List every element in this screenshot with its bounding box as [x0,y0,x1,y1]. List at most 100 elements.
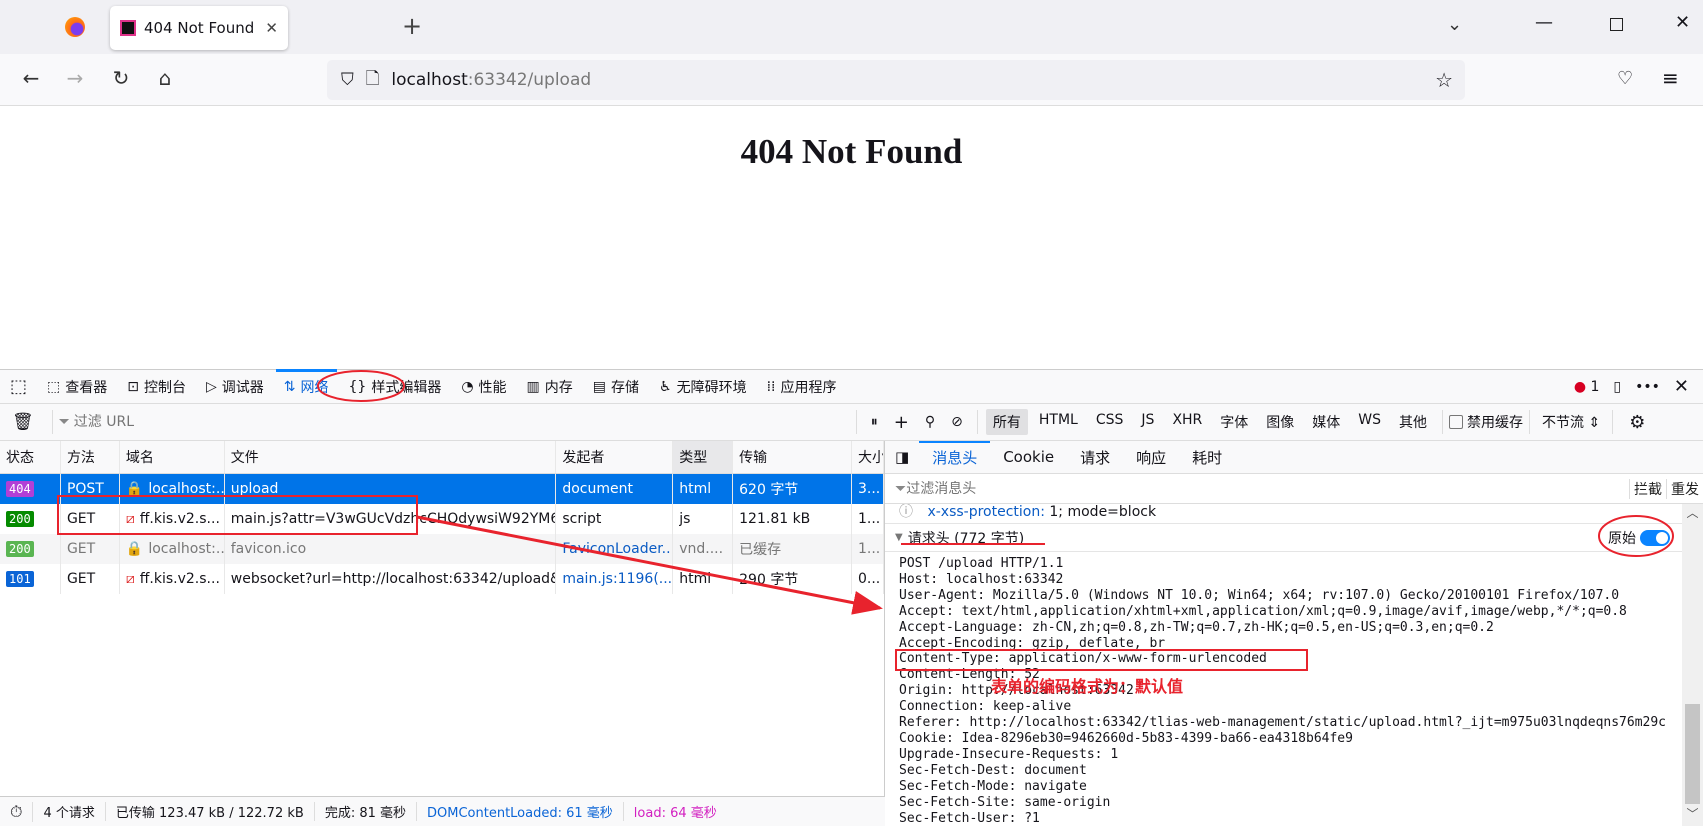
shield-icon[interactable]: ⛉ [341,70,354,90]
filter-url-input[interactable] [69,414,850,430]
type-filter-button[interactable]: 媒体 [1305,409,1347,435]
list-tabs-icon[interactable]: ⌄ [1447,14,1462,35]
collapse-triangle-icon: ▼ [895,532,903,543]
raw-header-line: Accept: text/html,application/xhtml+xml,… [899,603,1627,619]
tab-bar: 404 Not Found ✕ + ⌄ — ✕ [0,0,1703,54]
devtools-tab[interactable]: ♿ 无障碍环境 [649,370,757,403]
settings-gear-icon[interactable]: ⚙ [1619,412,1655,433]
column-header[interactable]: 类型 [673,441,734,473]
table-row[interactable]: 200 GET 🔒 localhost:... favicon.ico FaviconLo… [0,534,884,564]
reload-button[interactable]: ↻ [106,66,136,90]
column-header[interactable]: 方法 [61,441,120,473]
type-filter-button[interactable]: 所有 [985,409,1028,435]
url-bar[interactable]: ⛉ 🗋 localhost:63342/upload ☆ [327,60,1465,100]
column-header[interactable]: 发起者 [556,441,674,473]
toggle-sidebar-icon[interactable]: ◨ [885,448,919,466]
prev-header-row: ⓘ x-xss-protection: 1; mode=block [885,504,1703,524]
lock-icon: 🔒 [125,481,144,497]
type-filter-button[interactable]: HTML [1032,409,1085,435]
request-headers-section[interactable]: ▼ 请求头 (772 字节) 原始 [885,524,1682,552]
details-scrollbar[interactable]: ︿ ﹀ [1682,504,1703,826]
devtools-tab[interactable]: ▷ 调试器 [196,370,274,403]
column-header[interactable]: 大小 [852,441,884,473]
devtools-tab[interactable]: ▥ 内存 [517,370,583,403]
details-tab[interactable]: 请求 [1067,441,1123,473]
devtools-tab[interactable]: ◔ 性能 [451,370,516,403]
add-icon[interactable]: + [886,412,917,433]
block-button[interactable]: 拦截 [1629,478,1666,499]
pause-icon[interactable]: ⏸ [863,414,886,430]
devtools-tab[interactable]: ⁞⁞ 应用程序 [757,370,847,403]
error-count[interactable]: ● 1 [1574,379,1600,395]
help-icon[interactable]: ⓘ [899,504,913,520]
table-row[interactable]: 101 GET ⧄ ff.kis.v2.s... websocket?url=http:… [0,564,884,594]
filter-headers-input[interactable] [906,480,1629,497]
table-row[interactable]: 404 POST 🔒 localhost:... upload document html 6… [0,474,884,504]
resend-button[interactable]: 重发 [1666,478,1703,499]
devtools-tab[interactable]: ▤ 存储 [583,370,649,403]
type-filter-button[interactable]: XHR [1165,409,1209,435]
details-tab[interactable]: 消息头 [919,441,991,473]
devtools-tab[interactable]: ⬚ 查看器 [37,370,117,403]
type-filter-button[interactable]: CSS [1089,409,1131,435]
dom-content-loaded-time: DOMContentLoaded: 61 毫秒 [417,802,624,821]
disable-cache-checkbox[interactable]: 禁用缓存 [1449,412,1523,432]
block-icon[interactable]: ⊘ [943,414,971,430]
bookmark-star-icon[interactable]: ☆ [1435,68,1453,92]
search-icon[interactable]: ⚲ [917,414,943,430]
maximize-button[interactable] [1610,18,1623,31]
home-button[interactable]: ⌂ [150,66,180,90]
column-header[interactable]: 文件 [225,441,557,473]
accessibility-icon: ♿ [659,378,672,395]
type-filter-button[interactable]: WS [1351,409,1388,435]
column-header[interactable]: 状态 [0,441,61,473]
tab-title: 404 Not Found [144,19,255,37]
new-tab-button[interactable]: + [402,12,422,40]
forward-button[interactable]: → [60,66,90,90]
raw-header-line: User-Agent: Mozilla/5.0 (Windows NT 10.0… [899,587,1620,603]
raw-header-line: Accept-Encoding: gzip, deflate, br [899,635,1166,651]
status-badge: 404 [6,481,34,497]
pocket-icon[interactable]: ♡ [1617,68,1633,89]
menu-icon[interactable]: ≡ [1662,66,1679,90]
filter-icon: ⏷ [895,480,907,497]
raw-header-line: Host: localhost:63342 [899,571,1064,587]
raw-header-line: Upgrade-Insecure-Requests: 1 [899,746,1119,762]
table-row[interactable]: 200 GET ⧄ ff.kis.v2.s... main.js?attr=V3wGUc… [0,504,884,534]
column-header[interactable]: 传输 [733,441,852,473]
type-filter-button[interactable]: 其他 [1392,409,1434,435]
back-button[interactable]: ← [16,66,46,90]
firefox-logo-icon[interactable] [65,17,85,37]
page-icon: 🗋 [365,68,380,89]
lock-icon: 🔒 [125,541,144,557]
more-options-icon[interactable]: ••• [1635,379,1660,395]
details-tab[interactable]: 响应 [1123,441,1179,473]
raw-toggle[interactable]: 原始 [1608,528,1670,548]
type-filter-button[interactable]: JS [1134,409,1161,435]
close-devtools-icon[interactable]: ✕ [1674,376,1689,397]
close-tab-icon[interactable]: ✕ [265,19,278,37]
close-window-button[interactable]: ✕ [1675,12,1690,33]
minimize-button[interactable]: — [1535,12,1553,33]
type-filter-button[interactable]: 图像 [1259,409,1301,435]
details-tab[interactable]: 耗时 [1179,441,1235,473]
trash-icon[interactable]: 🗑 [0,412,46,432]
responsive-mode-icon[interactable]: ▯ [1613,379,1621,395]
browser-tab[interactable]: 404 Not Found ✕ [110,6,288,50]
url-text: localhost:63342/upload [391,70,592,90]
column-header[interactable]: 域名 [120,441,225,473]
section-title: 请求头 (772 字节) [907,530,1025,547]
devtools-tab[interactable]: ⊡ 控制台 [117,370,196,403]
raw-header-line: Connection: keep-alive [899,699,1072,715]
devtools-tab[interactable]: ⇅ 网络 [274,369,339,403]
element-picker-icon[interactable]: ⬚ [0,370,37,403]
devtools-tab[interactable]: {} 样式编辑器 [339,370,452,403]
throttle-select[interactable]: 不节流 ⇕ [1536,412,1606,432]
intellij-icon [120,20,136,36]
insecure-icon: ⧄ [125,511,135,527]
transferred-size: 已传输 123.47 kB / 122.72 kB [106,802,315,821]
details-tab[interactable]: Cookie [990,441,1067,473]
type-filter-button[interactable]: 字体 [1213,409,1255,435]
devtools-toolbar: ⬚ ⬚ 查看器 ⊡ 控制台 ▷ 调试器 ⇅ 网络{} 样式编辑器 ◔ 性能 ▥ 内存 ▤ 存储 ♿ 无障碍环境 ⁞… [0,369,1703,404]
stopwatch-icon: ⏱ [0,801,34,822]
